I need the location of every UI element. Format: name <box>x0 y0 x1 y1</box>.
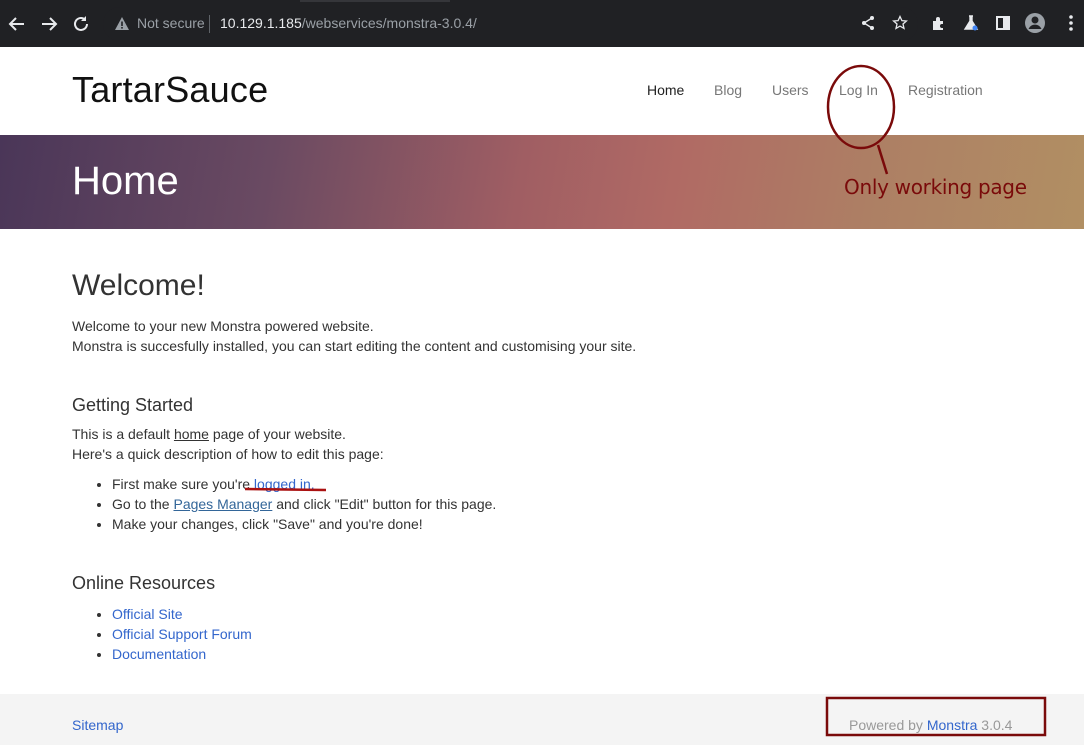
reload-icon[interactable] <box>69 12 93 36</box>
list-item: First make sure you're logged in. <box>112 474 1012 494</box>
sitemap-link[interactable]: Sitemap <box>72 717 123 733</box>
address-bar[interactable]: Not secure 10.129.1.185/webservices/mons… <box>103 7 918 41</box>
page-title: Home <box>72 159 179 203</box>
getting-started-heading: Getting Started <box>72 395 194 415</box>
getting-started-line-1: This is a default home page of your webs… <box>72 424 1012 444</box>
url-text[interactable]: 10.129.1.185/webservices/monstra-3.0.4/ <box>220 15 477 31</box>
url-host: 10.129.1.185 <box>220 15 302 31</box>
warning-icon[interactable] <box>114 16 130 32</box>
side-panel-icon[interactable] <box>992 12 1014 34</box>
resources-list: Official Site Official Support Forum Doc… <box>112 604 1012 664</box>
gs-line1-post: page of your website. <box>208 426 346 442</box>
step2-pre: Go to the <box>112 496 174 512</box>
nav-registration[interactable]: Registration <box>908 82 983 98</box>
powered-pre: Powered by <box>849 717 927 733</box>
documentation-link[interactable]: Documentation <box>112 646 206 662</box>
tab-edge <box>300 0 450 2</box>
welcome-line-2: Monstra is succesfully installed, you ca… <box>72 338 637 354</box>
share-icon[interactable] <box>857 12 879 34</box>
support-forum-link[interactable]: Official Support Forum <box>112 626 252 642</box>
logged-in-link[interactable]: logged in. <box>250 476 315 492</box>
browser-menu-icon[interactable] <box>1060 12 1082 34</box>
nav-home[interactable]: Home <box>647 82 684 98</box>
official-site-link[interactable]: Official Site <box>112 606 183 622</box>
security-label[interactable]: Not secure <box>137 15 205 31</box>
list-item: Go to the Pages Manager and click "Edit"… <box>112 494 1012 514</box>
back-icon[interactable] <box>5 12 29 36</box>
steps-list: First make sure you're logged in. Go to … <box>112 474 1012 534</box>
powered-version: 3.0.4 <box>977 717 1013 733</box>
extensions-icon[interactable] <box>928 12 950 34</box>
site-header: TartarSauce Home Blog Users Log In Regis… <box>0 47 1084 135</box>
pages-manager-link[interactable]: Pages Manager <box>173 496 272 512</box>
labs-flask-icon[interactable] <box>960 12 982 34</box>
url-path: /webservices/monstra-3.0.4/ <box>301 15 477 31</box>
omnibox-divider <box>209 15 210 33</box>
monstra-link[interactable]: Monstra <box>927 717 978 733</box>
annotation-note: Only working page <box>844 175 1027 199</box>
forward-icon[interactable] <box>37 12 61 36</box>
online-resources-heading: Online Resources <box>72 573 216 593</box>
list-item: Official Support Forum <box>112 624 1012 644</box>
bookmark-star-icon[interactable] <box>889 12 911 34</box>
step2-post: and click "Edit" button for this page. <box>272 496 497 512</box>
browser-toolbar: Not secure 10.129.1.185/webservices/mons… <box>0 0 1084 47</box>
gs-line1-pre: This is a default <box>72 426 174 442</box>
tab-strip <box>0 0 1084 4</box>
powered-by-text: Powered by Monstra 3.0.4 <box>849 717 1012 733</box>
nav-users[interactable]: Users <box>772 82 809 98</box>
nav-blog[interactable]: Blog <box>714 82 742 98</box>
list-item: Make your changes, click "Save" and you'… <box>112 514 1012 534</box>
profile-avatar-icon[interactable] <box>1024 12 1046 34</box>
list-item: Official Site <box>112 604 1012 624</box>
site-brand[interactable]: TartarSauce <box>72 69 268 111</box>
getting-started-line-2: Here's a quick description of how to edi… <box>72 446 384 462</box>
nav-log-in[interactable]: Log In <box>839 82 878 98</box>
welcome-heading: Welcome! <box>72 269 205 302</box>
site-footer: Sitemap Powered by Monstra 3.0.4 <box>0 694 1084 745</box>
list-item: Documentation <box>112 644 1012 664</box>
step1-text: First make sure you're <box>112 476 251 492</box>
home-link[interactable]: home <box>174 426 209 442</box>
main-content: Welcome! Welcome to your new Monstra pow… <box>72 268 1012 664</box>
welcome-line-1: Welcome to your new Monstra powered webs… <box>72 318 374 334</box>
